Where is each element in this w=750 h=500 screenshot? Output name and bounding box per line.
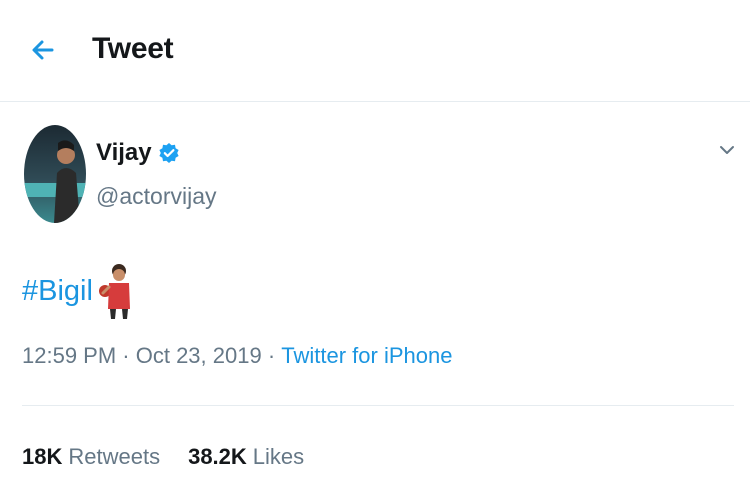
tweet-menu-button[interactable] [716,139,738,161]
author-name-row: Vijay [96,139,180,167]
chevron-down-icon [720,146,734,154]
retweets-label: Retweets [68,444,161,469]
avatar[interactable] [24,125,86,223]
tweet-stats: 18K Retweets 38.2K Likes [22,444,332,470]
retweets-stat[interactable]: 18K Retweets [22,444,160,470]
page-title: Tweet [92,32,174,65]
likes-count: 38.2K [188,444,247,469]
hashtag-link[interactable]: #Bigil [22,275,93,308]
tweet-header: Tweet [0,0,750,102]
retweets-count: 18K [22,444,63,469]
arrow-left-icon [32,40,54,60]
tweet-text: #Bigil [22,261,133,321]
tweet-source-link[interactable]: Twitter for iPhone [281,343,452,369]
tweet-date[interactable]: Oct 23, 2019 [136,343,262,369]
divider [22,405,734,406]
verified-badge-icon [158,142,180,164]
tweet-time[interactable]: 12:59 PM [22,343,116,369]
likes-label: Likes [252,444,305,469]
user-handle[interactable]: @actorvijay [96,183,217,210]
display-name[interactable]: Vijay [96,139,152,167]
meta-separator: · [261,343,282,368]
tweet-meta: 12:59 PM · Oct 23, 2019 · Twitter for iP… [22,343,452,369]
back-button[interactable] [26,33,60,67]
meta-separator: · [116,343,136,368]
likes-stat[interactable]: 38.2K Likes [188,444,304,470]
bigil-player-emoji-icon [97,261,133,321]
